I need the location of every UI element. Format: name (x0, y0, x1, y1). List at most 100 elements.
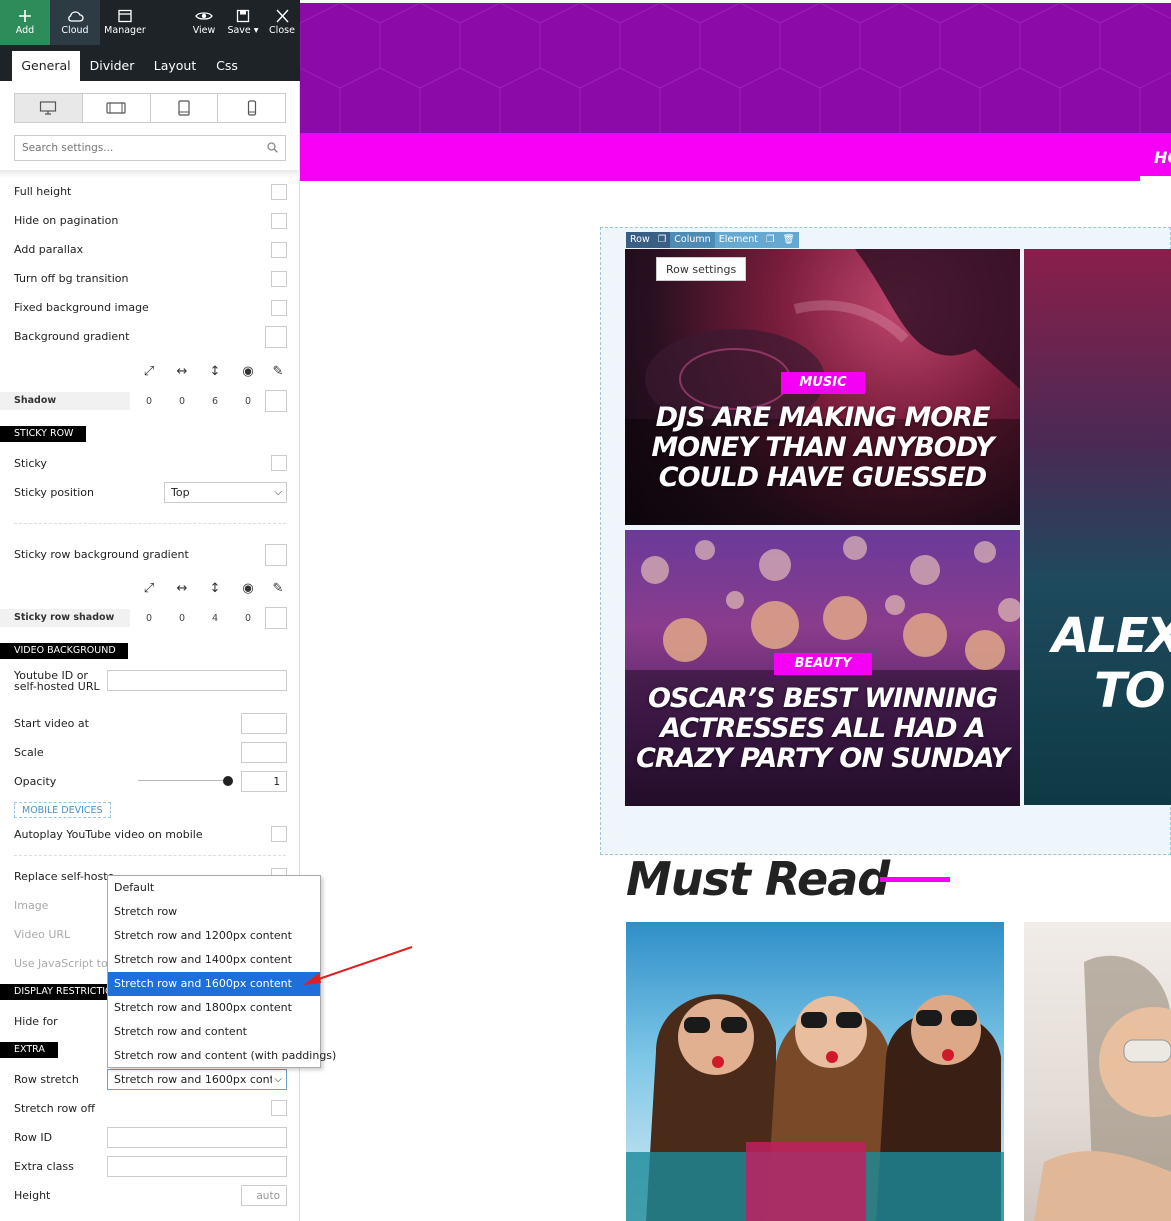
replace-self-hosted-label: Replace self-hoste (14, 870, 115, 883)
scale-input[interactable] (241, 742, 287, 763)
opacity-slider-track[interactable] (138, 780, 230, 781)
view-button[interactable]: View (189, 0, 219, 45)
category-badge[interactable]: MUSIC (781, 372, 865, 394)
opacity-label: Opacity (14, 775, 57, 788)
dropdown-option-selected[interactable]: Stretch row and 1600px content (108, 972, 320, 996)
tab-css[interactable]: Css (210, 51, 244, 81)
copy-icon[interactable]: ❐ (653, 232, 671, 248)
shadow-value[interactable]: 6 (207, 396, 223, 407)
shadow-label: Shadow (0, 392, 130, 410)
sticky-checkbox[interactable] (271, 455, 287, 471)
article-title[interactable]: DJS ARE MAKING MORE MONEY THAN ANYBODY C… (625, 403, 1020, 493)
hide-on-pagination-checkbox[interactable] (271, 213, 287, 229)
sticky-shadow-value[interactable]: 0 (174, 613, 190, 624)
sticky-row-gradient-swatch[interactable] (265, 544, 287, 566)
close-button[interactable]: Close (266, 0, 298, 45)
pencil-icon[interactable]: ✎ (270, 364, 286, 379)
height-input[interactable]: auto (241, 1185, 287, 1206)
tab-layout[interactable]: Layout (148, 51, 202, 81)
video-background-section-header: VIDEO BACKGROUND (0, 643, 128, 659)
fixed-background-image-checkbox[interactable] (271, 300, 287, 316)
tab-general[interactable]: General (12, 51, 80, 81)
spread-icon: ◉ (242, 364, 254, 379)
shadow-color-swatch[interactable] (265, 390, 287, 412)
shadow-value[interactable]: 0 (174, 396, 190, 407)
opacity-slider-handle[interactable] (223, 776, 233, 786)
divider (14, 523, 286, 524)
eye-icon (195, 12, 213, 20)
shadow-value[interactable]: 0 (240, 396, 256, 407)
search-icon (267, 142, 278, 153)
mobile-devices-header: MOBILE DEVICES (14, 802, 111, 818)
extra-class-input[interactable] (107, 1156, 287, 1177)
shadow-value[interactable]: 0 (141, 396, 157, 407)
manager-button[interactable]: Manager (100, 0, 150, 45)
floppy-icon (236, 9, 250, 23)
sticky-shadow-value[interactable]: 0 (141, 613, 157, 624)
element-control-button[interactable]: Element (714, 232, 763, 248)
tablet-landscape-icon (106, 102, 126, 114)
nav-item-home[interactable]: HO (1154, 148, 1171, 167)
dropdown-option[interactable]: Stretch row and 1200px content (108, 924, 320, 948)
stretch-row-off-checkbox[interactable] (271, 1100, 287, 1116)
fixed-background-image-label: Fixed background image (14, 301, 149, 314)
search-settings-input[interactable] (14, 135, 286, 161)
desktop-device-button[interactable] (15, 94, 83, 122)
sticky-shadow-color-swatch[interactable] (265, 607, 287, 629)
tablet-portrait-device-button[interactable] (151, 94, 219, 122)
row-stretch-select[interactable]: Stretch row and 1600px conte ⌵ (107, 1069, 287, 1090)
copy-icon[interactable]: ❐ (762, 232, 779, 248)
turn-off-bg-transition-checkbox[interactable] (271, 271, 287, 287)
article-title[interactable]: OSCAR’S BEST WINNING ACTRESSES ALL HAD A… (625, 684, 1020, 774)
add-button[interactable]: Add (0, 0, 50, 45)
section-title-accent (880, 877, 950, 882)
category-badge[interactable]: BEAUTY (774, 653, 872, 675)
horizontal-offset-icon: ↔ (176, 364, 188, 379)
row-control-button[interactable]: Row (626, 232, 654, 248)
sticky-row-background-gradient-label: Sticky row background gradient (14, 548, 189, 561)
spread-icon: ◉ (242, 581, 254, 596)
dropdown-option[interactable]: Stretch row and 1400px content (108, 948, 320, 972)
cloud-button[interactable]: Cloud (50, 0, 100, 45)
image-label: Image (14, 899, 49, 912)
pencil-icon[interactable]: ✎ (270, 581, 286, 596)
column-control-button[interactable]: Column (670, 232, 715, 248)
dropdown-option[interactable]: Stretch row (108, 900, 320, 924)
autoplay-mobile-checkbox[interactable] (271, 826, 287, 842)
divider (14, 855, 286, 856)
opacity-input[interactable]: 1 (241, 771, 287, 792)
article-card-music[interactable]: MUSIC DJS ARE MAKING MORE MONEY THAN ANY… (625, 249, 1020, 525)
article-card-beauty[interactable]: BEAUTY OSCAR’S BEST WINNING ACTRESSES AL… (625, 530, 1020, 806)
manager-icon (118, 9, 132, 23)
save-button[interactable]: Save ▾ (226, 0, 260, 45)
sticky-label: Sticky (14, 457, 47, 470)
tablet-landscape-device-button[interactable] (83, 94, 151, 122)
full-height-checkbox[interactable] (271, 184, 287, 200)
save-label: Save ▾ (227, 25, 259, 36)
must-read-card-1[interactable] (626, 922, 1004, 1221)
article-title-line: TO (1094, 663, 1166, 719)
youtube-url-input[interactable] (107, 670, 287, 691)
sticky-shadow-value[interactable]: 0 (240, 613, 256, 624)
trash-icon[interactable]: 🗑︎ (778, 232, 799, 248)
use-javascript-label: Use JavaScript to b (14, 957, 119, 970)
sticky-position-label: Sticky position (14, 486, 94, 499)
background-gradient-swatch[interactable] (265, 326, 287, 348)
mobile-device-button[interactable] (218, 94, 285, 122)
row-id-input[interactable] (107, 1127, 287, 1148)
tab-divider[interactable]: Divider (84, 51, 140, 81)
dropdown-option[interactable]: Stretch row and content (108, 1020, 320, 1044)
article-card-side[interactable]: ALEX TO (1024, 249, 1171, 805)
row-controls: Row ❐ Column Element ❐ 🗑︎ (626, 232, 799, 248)
sticky-position-select[interactable]: Top ⌵ (164, 482, 287, 503)
add-parallax-checkbox[interactable] (271, 242, 287, 258)
dropdown-option[interactable]: Default (108, 876, 320, 900)
start-video-at-input[interactable] (241, 713, 287, 734)
side-article-title[interactable]: ALEX TO (1052, 609, 1171, 719)
dropdown-option[interactable]: Stretch row and content (with paddings) (108, 1044, 336, 1068)
sticky-shadow-value[interactable]: 4 (207, 613, 223, 624)
row-stretch-value: Stretch row and 1600px conte (114, 1073, 281, 1086)
must-read-card-2[interactable] (1024, 922, 1171, 1221)
dropdown-option[interactable]: Stretch row and 1800px content (108, 996, 320, 1020)
hide-on-pagination-label: Hide on pagination (14, 214, 119, 227)
